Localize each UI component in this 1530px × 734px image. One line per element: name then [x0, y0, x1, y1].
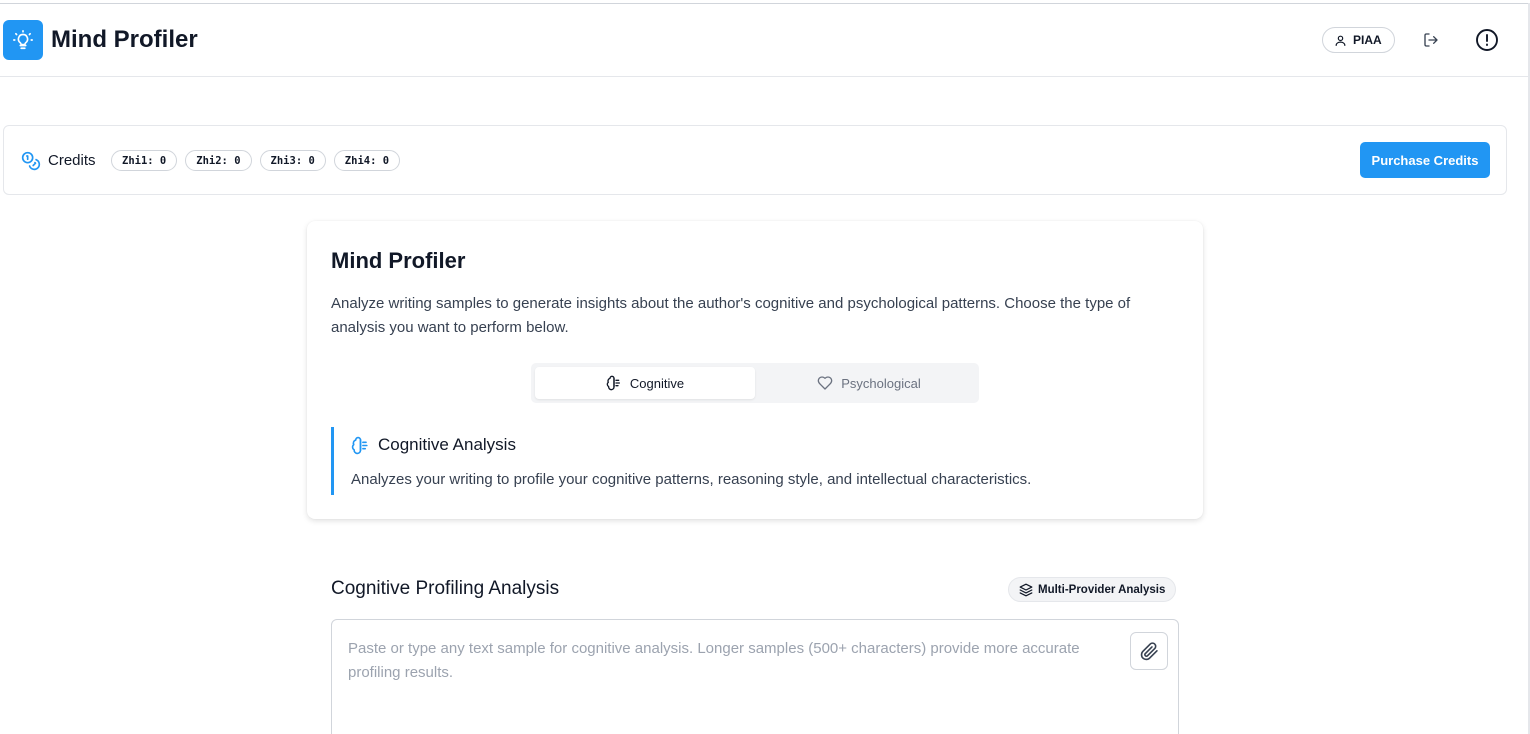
analysis-title-text: Cognitive Analysis: [378, 435, 516, 454]
tab-cognitive[interactable]: Cognitive: [535, 367, 755, 399]
brain-icon: [351, 436, 370, 455]
credit-badge-zhi2: Zhi2: 0: [185, 150, 252, 171]
purchase-credits-button[interactable]: Purchase Credits: [1360, 142, 1490, 178]
analysis-info-block: Cognitive Analysis Analyzes your writing…: [331, 427, 1171, 495]
lightbulb-icon[interactable]: [3, 20, 43, 60]
user-menu-button[interactable]: PIAA: [1322, 27, 1395, 53]
layers-icon: [1019, 583, 1033, 597]
user-icon: [1334, 34, 1347, 47]
app-header: Mind Profiler PIAA: [0, 4, 1528, 77]
card-title: Mind Profiler: [331, 248, 466, 273]
app-title: Mind Profiler: [51, 26, 198, 53]
credits-label: Credits: [48, 152, 96, 169]
credit-badges: Zhi1: 0 Zhi2: 0 Zhi3: 0 Zhi4: 0: [111, 150, 401, 171]
text-sample-input[interactable]: [332, 620, 1122, 730]
credit-badge-zhi3: Zhi3: 0: [259, 150, 326, 171]
tab-psychological[interactable]: Psychological: [759, 367, 979, 399]
credit-badge-zhi4: Zhi4: 0: [333, 150, 401, 171]
tab-psychological-label: Psychological: [841, 375, 921, 391]
analysis-type-tabs: Cognitive Psychological: [531, 363, 979, 403]
alert-circle-icon[interactable]: [1473, 26, 1501, 54]
logout-icon[interactable]: [1417, 26, 1445, 54]
credits-panel: Credits Zhi1: 0 Zhi2: 0 Zhi3: 0 Zhi4: 0 …: [3, 125, 1507, 195]
tab-cognitive-label: Cognitive: [629, 375, 685, 391]
text-sample-container: [331, 619, 1179, 734]
analysis-description: Analyzes your writing to profile your co…: [351, 471, 1032, 488]
profiling-section-title: Cognitive Profiling Analysis: [331, 578, 560, 599]
heart-icon: [817, 375, 833, 391]
coins-icon: [21, 151, 41, 176]
paperclip-icon[interactable]: [1130, 632, 1168, 670]
multi-provider-badge: Multi-Provider Analysis: [1008, 577, 1177, 602]
mind-profiler-card: Mind Profiler Analyze writing samples to…: [307, 221, 1203, 519]
user-label: PIAA: [1353, 33, 1382, 47]
credit-badge-zhi1: Zhi1: 0: [111, 150, 178, 171]
brain-icon: [606, 375, 622, 391]
multi-provider-label: Multi-Provider Analysis: [1038, 583, 1166, 596]
analysis-title: Cognitive Analysis: [351, 435, 516, 455]
card-description: Analyze writing samples to generate insi…: [331, 295, 1131, 336]
